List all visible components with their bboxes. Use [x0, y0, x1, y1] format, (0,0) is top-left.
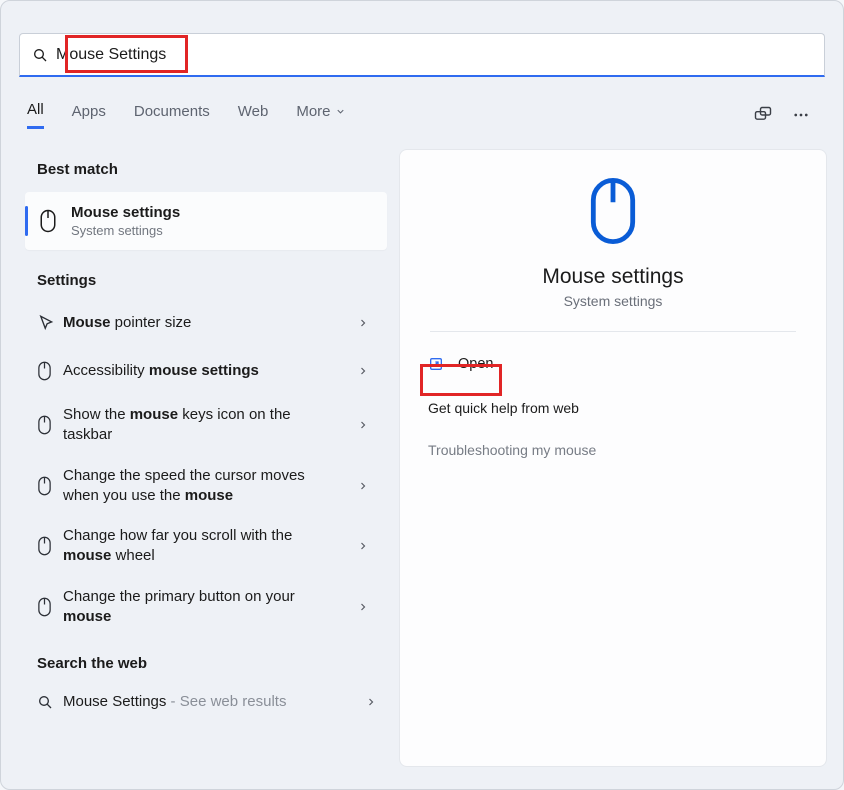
preview-panel: Mouse settings System settings Open Get …	[399, 149, 827, 767]
chevron-right-icon	[351, 601, 375, 613]
quick-help-label: Get quick help from web	[424, 382, 802, 426]
search-results-window: All Apps Documents Web More Best match M…	[0, 0, 844, 790]
settings-result-mouse-keys-taskbar[interactable]: Show the mouse keys icon on the taskbar	[1, 395, 385, 456]
settings-result-label: Change the speed the cursor moves when y…	[63, 466, 351, 507]
mouse-icon	[25, 209, 71, 233]
settings-result-pointer-size[interactable]: Mouse pointer size	[1, 299, 385, 347]
search-icon	[37, 694, 63, 710]
search-input[interactable]	[50, 46, 814, 64]
chevron-right-icon	[351, 317, 375, 329]
settings-result-primary-button[interactable]: Change the primary button on your mouse	[1, 577, 385, 638]
mouse-icon	[37, 536, 63, 556]
search-icon	[30, 45, 50, 65]
divider	[430, 331, 796, 332]
chevron-right-icon	[351, 480, 375, 492]
mouse-icon	[37, 415, 63, 435]
best-match-title: Mouse settings	[71, 204, 180, 221]
chevron-right-icon	[351, 419, 375, 431]
open-label: Open	[458, 356, 493, 372]
tab-all[interactable]: All	[27, 101, 44, 129]
tab-more[interactable]: More	[296, 103, 345, 128]
search-web-label: Mouse Settings - See web results	[63, 692, 359, 712]
best-match-texts: Mouse settings System settings	[71, 204, 180, 238]
settings-result-label: Mouse pointer size	[63, 313, 351, 333]
settings-result-accessibility-mouse[interactable]: Accessibility mouse settings	[1, 347, 385, 395]
mouse-icon	[37, 597, 63, 617]
troubleshoot-link[interactable]: Troubleshooting my mouse	[424, 426, 802, 468]
chat-icon[interactable]	[747, 99, 779, 131]
best-match-subtitle: System settings	[71, 223, 180, 238]
mouse-icon	[37, 476, 63, 496]
content-area: Best match Mouse settings System setting…	[1, 143, 843, 781]
preview-title: Mouse settings	[542, 265, 683, 289]
best-match-result[interactable]: Mouse settings System settings	[25, 192, 387, 250]
search-web-result[interactable]: Mouse Settings - See web results	[1, 682, 393, 722]
settings-result-cursor-speed[interactable]: Change the speed the cursor moves when y…	[1, 456, 385, 517]
open-button[interactable]: Open	[424, 346, 802, 382]
filter-tabs: All Apps Documents Web More	[1, 95, 843, 135]
preview-subtitle: System settings	[564, 293, 663, 309]
tab-documents[interactable]: Documents	[134, 103, 210, 128]
preview-actions: Open Get quick help from web Troubleshoo…	[400, 346, 826, 468]
mouse-large-icon	[585, 176, 641, 251]
settings-result-label: Change how far you scroll with the mouse…	[63, 526, 351, 567]
settings-result-label: Change the primary button on your mouse	[63, 587, 351, 628]
mouse-icon	[37, 361, 63, 381]
open-external-icon	[428, 356, 446, 372]
chevron-right-icon	[351, 365, 375, 377]
tab-more-label: More	[296, 103, 330, 120]
tab-apps[interactable]: Apps	[72, 103, 106, 128]
search-web-heading: Search the web	[1, 637, 393, 682]
settings-result-scroll-wheel[interactable]: Change how far you scroll with the mouse…	[1, 516, 385, 577]
cursor-icon	[37, 314, 63, 332]
chevron-right-icon	[351, 540, 375, 552]
settings-result-label: Accessibility mouse settings	[63, 361, 351, 381]
more-options-icon[interactable]	[785, 99, 817, 131]
settings-heading: Settings	[1, 254, 393, 299]
search-bar[interactable]	[19, 33, 825, 77]
settings-result-label: Show the mouse keys icon on the taskbar	[63, 405, 351, 446]
chevron-down-icon	[335, 106, 346, 117]
tab-web[interactable]: Web	[238, 103, 269, 128]
chevron-right-icon	[359, 696, 383, 708]
best-match-heading: Best match	[1, 143, 393, 188]
results-left-column: Best match Mouse settings System setting…	[1, 143, 393, 781]
settings-results-list: Mouse pointer size Accessibility mouse s…	[1, 299, 393, 637]
